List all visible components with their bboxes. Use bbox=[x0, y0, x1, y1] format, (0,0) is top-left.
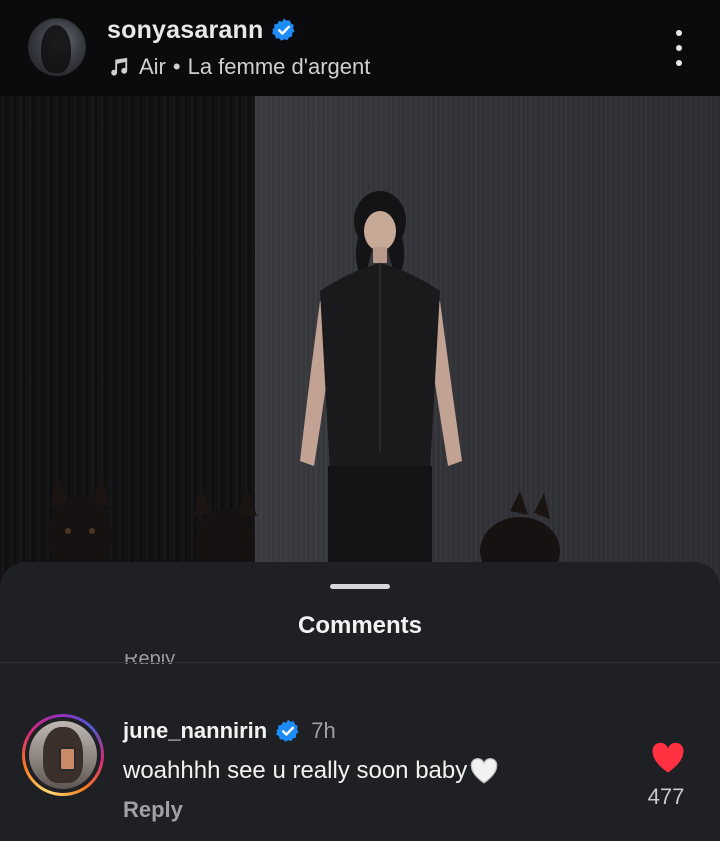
drag-handle[interactable] bbox=[330, 584, 390, 589]
comments-title: Comments bbox=[297, 612, 423, 639]
post-photo[interactable] bbox=[0, 96, 720, 586]
avatar-silhouette bbox=[41, 25, 71, 73]
comment-text: woahhhh see u really soon baby bbox=[123, 757, 499, 785]
comment-header: june_nannirin 7h bbox=[123, 716, 336, 746]
heart-icon[interactable] bbox=[650, 742, 686, 774]
author-username[interactable]: sonyasarann bbox=[107, 16, 263, 45]
author-row: sonyasarann bbox=[107, 14, 297, 46]
commenter-avatar[interactable] bbox=[22, 714, 104, 796]
comment-body: woahhhh see u really soon baby bbox=[123, 757, 468, 784]
music-separator: • bbox=[172, 54, 181, 79]
author-avatar[interactable] bbox=[28, 18, 86, 76]
post-header: sonyasarann Air • La femme d'argent bbox=[0, 0, 720, 96]
comments-sheet: Comments Reply june_nannirin 7h woahhhh … bbox=[0, 562, 720, 841]
more-dot bbox=[676, 30, 682, 36]
artist-name: La femme d'argent bbox=[187, 54, 371, 79]
more-dot bbox=[676, 60, 682, 66]
sheet-divider bbox=[0, 662, 720, 663]
white-heart-emoji-icon bbox=[470, 758, 498, 784]
more-dot bbox=[676, 45, 682, 51]
commenter-username[interactable]: june_nannirin bbox=[123, 718, 267, 744]
song-title: Air bbox=[139, 54, 166, 79]
like-count: 477 bbox=[647, 784, 685, 809]
verified-badge-icon bbox=[276, 719, 299, 742]
more-vertical-icon[interactable] bbox=[664, 30, 694, 66]
comment-timestamp: 7h bbox=[311, 718, 336, 743]
music-note-icon bbox=[111, 57, 128, 76]
avatar-phone bbox=[59, 747, 76, 771]
music-info[interactable]: Air • La femme d'argent bbox=[107, 52, 370, 82]
commenter-avatar-image bbox=[29, 721, 97, 789]
verified-badge-icon bbox=[272, 18, 295, 41]
reply-button[interactable]: Reply bbox=[123, 797, 183, 823]
